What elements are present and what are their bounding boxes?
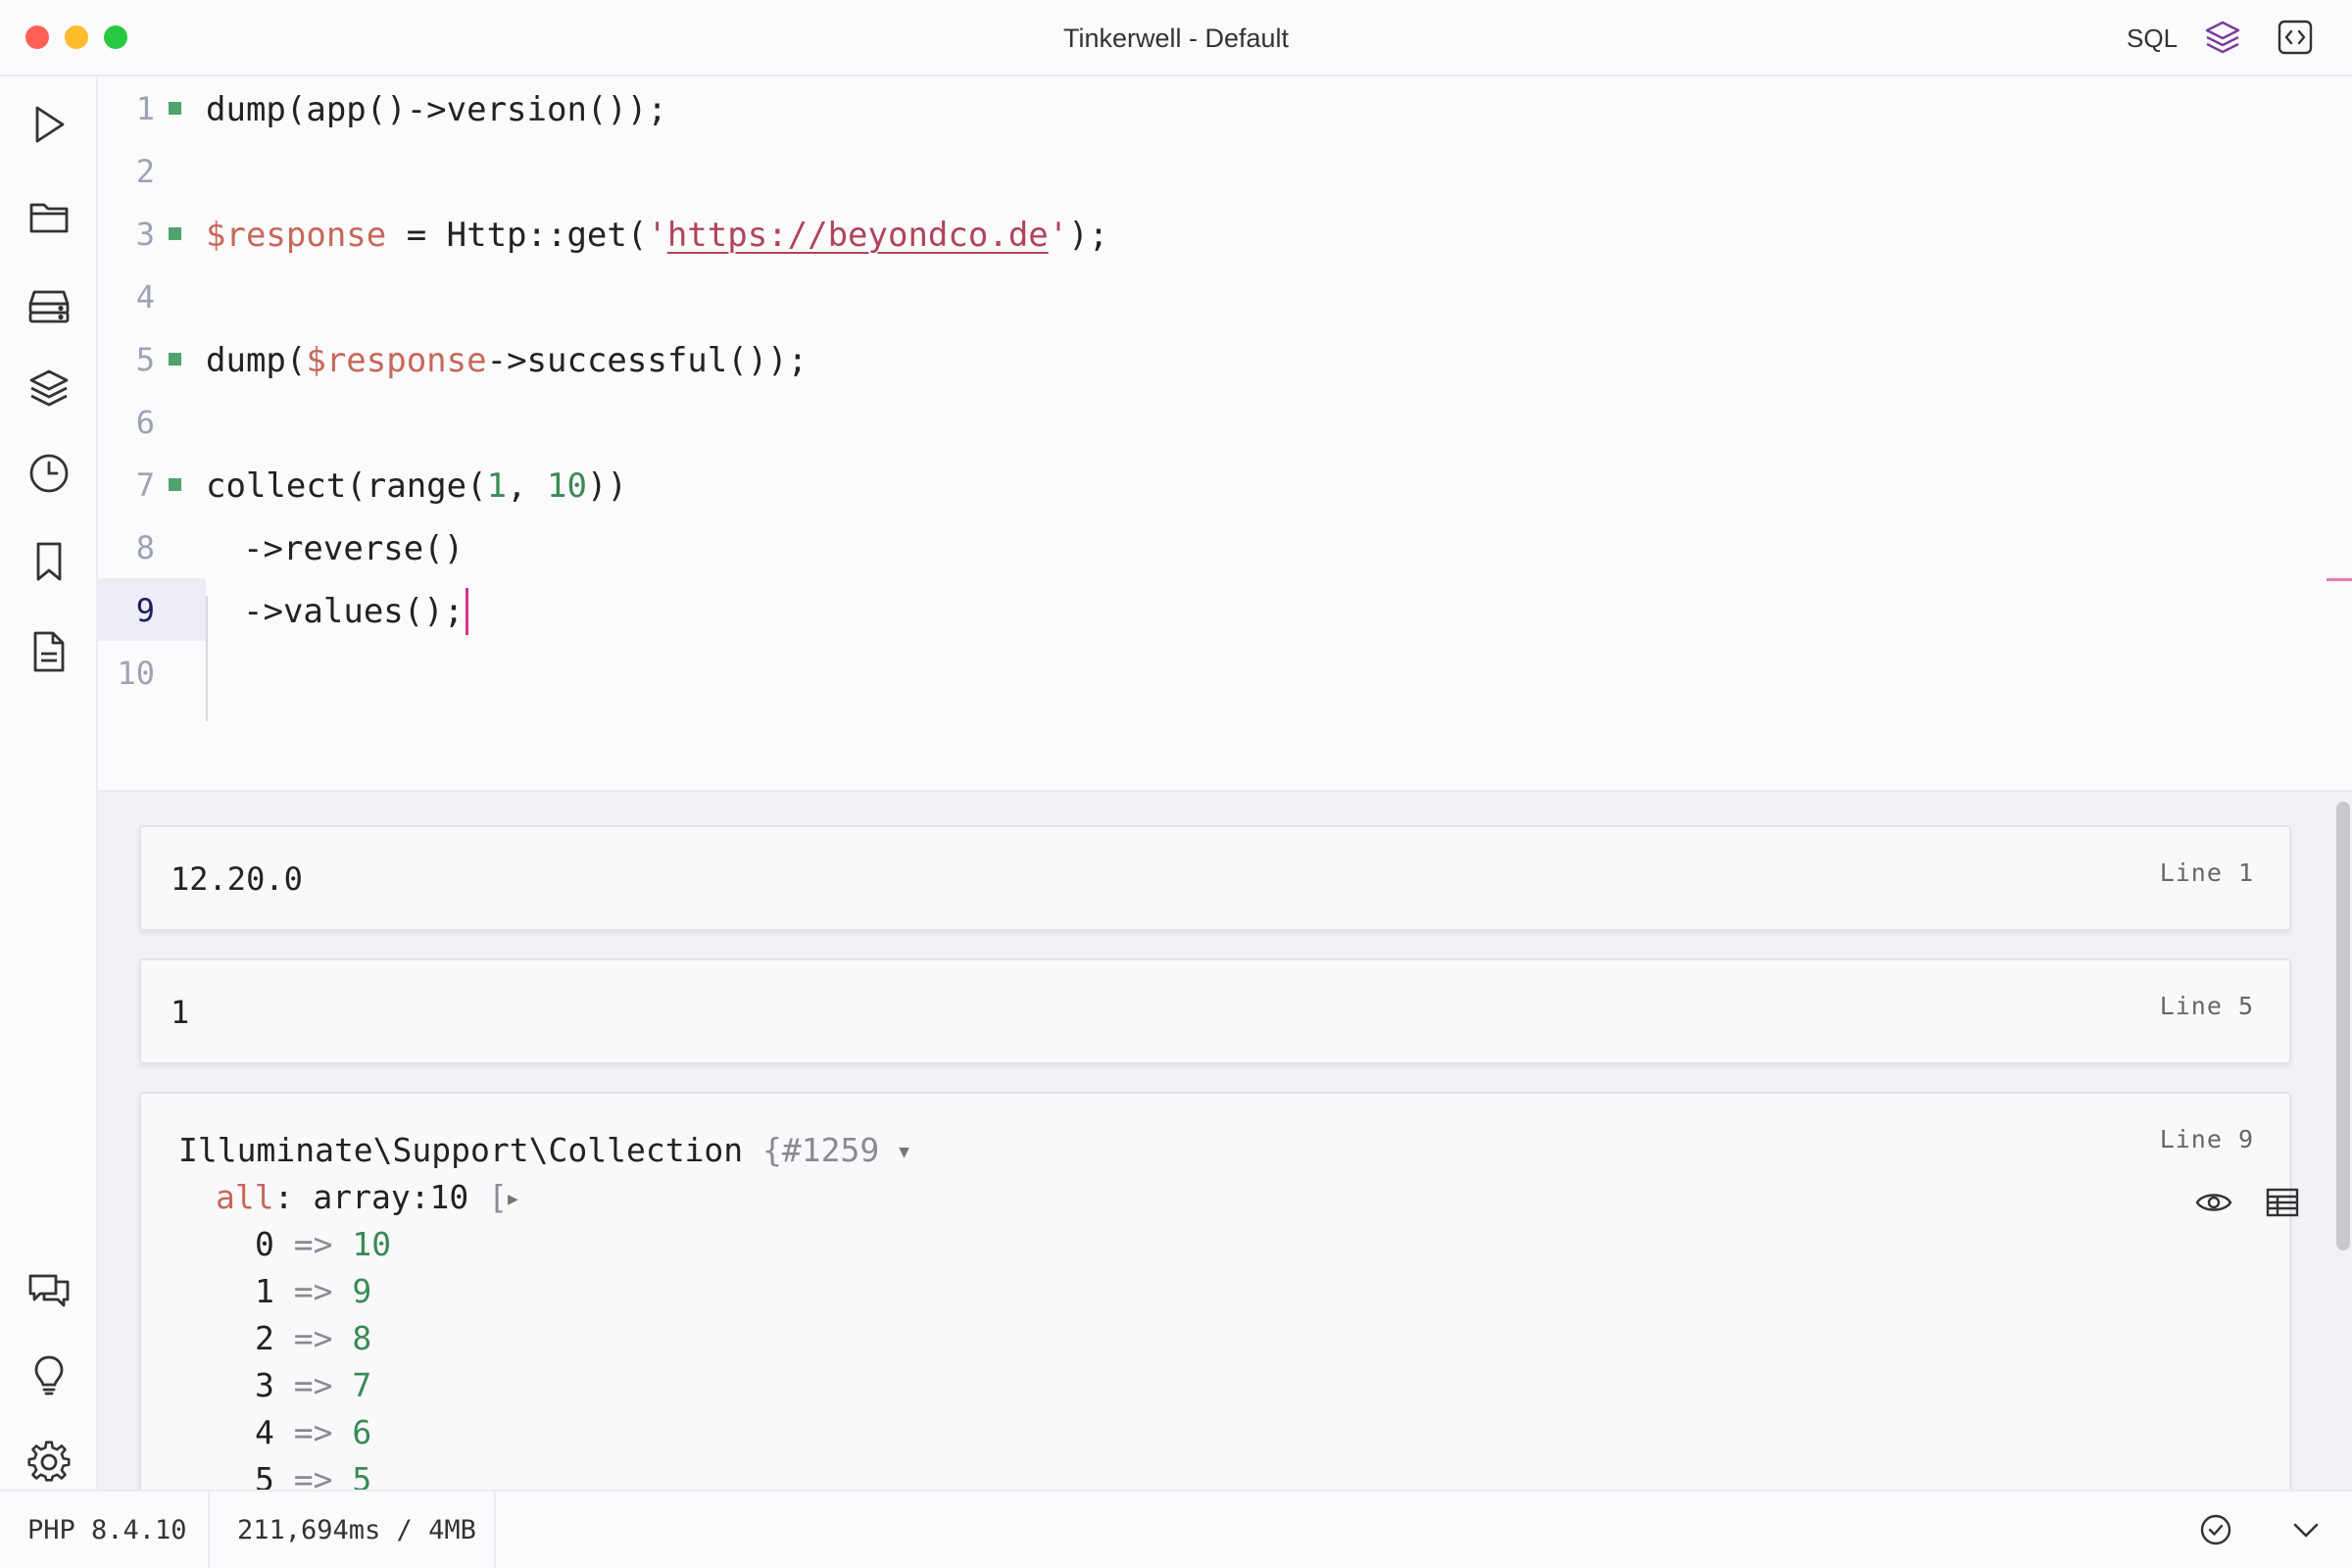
dump-item: 0 => 10 (255, 1225, 392, 1263)
dump-item: 1 => 9 (255, 1272, 372, 1310)
php-version[interactable]: PHP 8.4.10 (27, 1515, 187, 1545)
code-line-4: 4 (98, 265, 2323, 327)
dump-class-line: Illuminate\Support\Collection {#1259 ▼ (178, 1131, 909, 1169)
chat-icon[interactable] (26, 1268, 72, 1313)
folder-icon[interactable] (26, 194, 72, 239)
line-number: 10 (117, 655, 155, 692)
expand-toggle-icon[interactable]: ▶ (508, 1189, 518, 1209)
code-text: $response = Http::get('https://beyondco.… (206, 216, 1109, 255)
dump-class-name: Illuminate\Support\Collection (178, 1131, 744, 1169)
dump-item: 3 => 7 (255, 1366, 372, 1404)
result-card: 1 Line 5 (139, 958, 2291, 1064)
sql-button[interactable]: SQL (2127, 24, 2178, 54)
clock-icon[interactable] (26, 451, 72, 496)
dump-brace: { (762, 1131, 782, 1169)
window-title: Tinkerwell - Default (1062, 24, 1290, 53)
dump-bracket: [ (488, 1178, 509, 1216)
result-line-label[interactable]: Line 1 (2160, 858, 2254, 887)
layers-icon[interactable] (2203, 18, 2242, 57)
layers-icon[interactable] (26, 367, 72, 412)
code-text: collect(range(1, 10)) (206, 466, 627, 506)
dump-item: 5 => 5 (255, 1460, 372, 1490)
code-text: ->values(); (243, 592, 465, 631)
output-marker (169, 227, 181, 240)
result-value: 12.20.0 (171, 860, 303, 898)
server-icon[interactable] (26, 282, 72, 327)
code-text: ->reverse() (243, 529, 465, 568)
dump-prop-type: array:10 (293, 1178, 469, 1216)
title-bar: Tinkerwell - Default SQL (0, 0, 2352, 76)
lightbulb-icon[interactable] (26, 1352, 72, 1397)
code-line-6: 6 (98, 390, 2323, 453)
sidebar (0, 76, 98, 1490)
result-line-label[interactable]: Line 5 (2160, 992, 2254, 1020)
result-value: 1 (171, 994, 190, 1031)
line-number: 9 (135, 592, 155, 629)
chevron-down-icon[interactable] (2287, 1511, 2325, 1548)
url-link[interactable]: https://beyondco.de (667, 216, 1049, 255)
code-text: dump(app()->version()); (206, 90, 667, 129)
eye-icon[interactable] (2193, 1182, 2234, 1223)
status-divider (494, 1492, 496, 1568)
check-circle-icon[interactable] (2197, 1511, 2234, 1548)
code-line-1: 1 dump(app()->version()); (98, 76, 2323, 139)
result-card: Line 9 Illuminate\Support\Collection {#1… (139, 1092, 2299, 1490)
table-icon[interactable] (2262, 1182, 2303, 1223)
dump-item: 4 => 6 (255, 1413, 372, 1451)
document-icon[interactable] (26, 629, 72, 674)
dump-object-id: #1259 (781, 1131, 880, 1169)
line-number: 3 (135, 216, 155, 253)
line-number: 4 (135, 278, 155, 316)
indent-guide (206, 596, 208, 721)
result-line-label[interactable]: Line 9 (2160, 1125, 2254, 1153)
bookmark-icon[interactable] (26, 539, 72, 584)
code-line-2: 2 (98, 139, 2323, 202)
line-number: 6 (135, 404, 155, 441)
output-marker (169, 102, 181, 115)
result-card: 12.20.0 Line 1 (139, 825, 2291, 931)
gear-icon[interactable] (26, 1439, 72, 1484)
code-line-5: 5 dump($response->successful()); (98, 327, 2323, 390)
code-text: dump($response->successful()); (206, 341, 808, 380)
code-brackets-icon[interactable] (2276, 18, 2315, 57)
output-scrollbar[interactable] (2336, 802, 2350, 1250)
code-line-3: 3 $response = Http::get('https://beyondc… (98, 202, 2323, 265)
dump-item: 2 => 8 (255, 1319, 372, 1357)
line-number: 1 (135, 90, 155, 127)
code-editor[interactable]: 1 dump(app()->version()); 2 3 $response … (98, 76, 2323, 790)
code-line-7: 7 collect(range(1, 10)) (98, 453, 2323, 515)
output-marker (169, 478, 181, 491)
dump-prop-line: all: array:10 [▶ (216, 1178, 518, 1216)
status-divider (208, 1492, 210, 1568)
play-icon[interactable] (26, 102, 72, 147)
status-bar: PHP 8.4.10 211,694ms / 4MB (0, 1490, 2352, 1568)
line-number: 2 (135, 153, 155, 190)
scrollbar-marker (2327, 578, 2352, 581)
collapse-toggle-icon[interactable]: ▼ (899, 1142, 909, 1162)
line-number: 8 (135, 529, 155, 566)
code-line-8: 8 ->reverse() (98, 515, 2323, 578)
code-line-9: 9 ->values(); (98, 578, 2323, 641)
dump-prop-name: all (216, 1178, 274, 1216)
line-number: 7 (135, 466, 155, 504)
execution-stats: 211,694ms / 4MB (237, 1515, 476, 1545)
line-number: 5 (135, 341, 155, 378)
output-marker (169, 353, 181, 366)
code-line-10: 10 (98, 641, 2323, 704)
output-panel: 12.20.0 Line 1 1 Line 5 Line 9 Illuminat… (98, 790, 2352, 1490)
text-cursor (466, 588, 469, 635)
